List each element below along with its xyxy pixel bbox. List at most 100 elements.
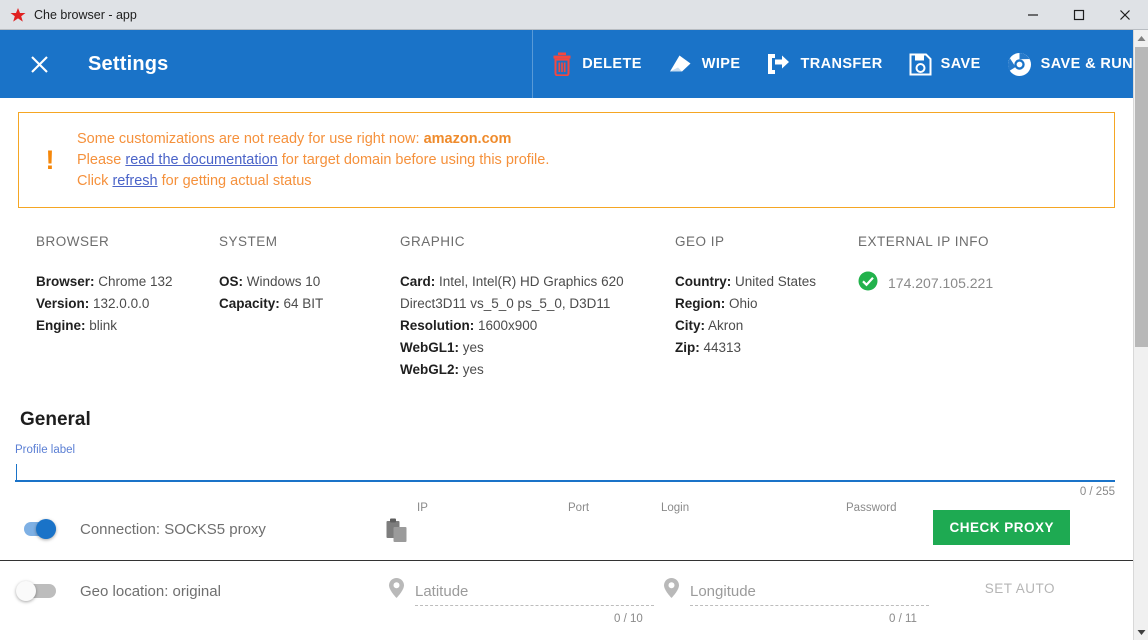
longitude-underline: Longitude [690,583,929,606]
proxy-login-label: Login [661,502,690,514]
warning-domain: amazon.com [423,130,512,147]
app-header: Settings DELETE WIPE TRANSFER SAVE SAVE … [0,30,1133,98]
latitude-field[interactable]: Latitude [388,577,654,606]
app-header-left: Settings [0,49,532,79]
browser-heading: BROWSER [36,234,110,249]
info-row: OS: Windows 10 [219,271,400,293]
geo-location-toggle[interactable] [16,581,56,601]
warning-text: Some customizations are not ready for us… [77,129,549,192]
info-key: Region: [675,296,726,311]
wipe-label: WIPE [701,56,741,72]
info-column-geoip: GEO IP Country: United States Region: Oh… [675,234,858,381]
proxy-ip-field[interactable]: IP [417,502,428,514]
info-key: City: [675,318,705,333]
proxy-ip-label: IP [417,502,428,514]
info-row: Capacity: 64 BIT [219,293,400,315]
info-value: Intel, Intel(R) HD Graphics 620 [435,274,624,289]
warning-line-2: Please read the documentation for target… [77,150,549,171]
save-label: SAVE [940,56,981,72]
info-row: Direct3D11 vs_5_0 ps_5_0, D3D11 [400,293,675,315]
transfer-button[interactable]: TRANSFER [766,52,882,76]
scroll-down-icon[interactable] [1134,624,1148,640]
info-value: 1600x900 [474,318,538,333]
info-value: Direct3D11 vs_5_0 ps_5_0, D3D11 [400,296,611,311]
info-row: Browser: Chrome 132 [36,271,219,293]
info-key: Resolution: [400,318,475,333]
close-icon[interactable] [1102,0,1148,30]
save-and-run-label: SAVE & RUN [1040,56,1133,72]
clipboard-paste-icon[interactable] [386,518,408,548]
info-row: Zip: 44313 [675,337,858,359]
map-pin-icon [388,577,405,604]
info-value: Chrome 132 [94,274,173,289]
transfer-label: TRANSFER [800,56,883,72]
settings-content: ! Some customizations are not ready for … [0,98,1133,640]
info-value: Windows 10 [243,274,321,289]
info-value: Ohio [725,296,758,311]
save-button[interactable]: SAVE [909,53,981,76]
info-row: City: Akron [675,315,858,337]
check-circle-icon [858,271,878,294]
proxy-login-field[interactable]: Login [661,502,689,514]
info-key: Browser: [36,274,95,289]
info-value: Akron [705,318,744,333]
profile-label-field: Profile label [15,444,1115,482]
page-title: Settings [88,52,169,75]
profile-label-counter: 0 / 255 [1079,486,1115,498]
maximize-icon[interactable] [1056,0,1102,30]
proxy-password-field[interactable]: Password [846,502,897,514]
save-and-run-button[interactable]: SAVE & RUN [1007,52,1133,77]
vertical-scrollbar[interactable] [1133,30,1148,640]
info-key: WebGL2: [400,362,460,377]
latitude-counter: 0 / 10 [614,613,643,625]
profile-label-input[interactable] [15,456,1115,482]
trash-icon [551,52,573,76]
settings-close-icon[interactable] [24,49,54,79]
geo-location-row: Geo location: original Latitude 0 / 10 L… [0,561,1133,625]
scroll-up-icon[interactable] [1134,30,1148,46]
delete-button[interactable]: DELETE [551,52,642,76]
warning-line-3-post: for getting actual status [157,172,312,189]
info-key: OS: [219,274,244,289]
warning-line-2-pre: Please [77,151,126,168]
longitude-field[interactable]: Longitude [663,577,929,606]
share-icon [766,52,791,76]
map-pin-icon [663,577,680,604]
documentation-link[interactable]: read the documentation [125,152,277,168]
info-column-system: SYSTEM OS: Windows 10 Capacity: 64 BIT [219,234,400,381]
check-proxy-button[interactable]: CHECK PROXY [933,510,1070,545]
system-heading: SYSTEM [219,234,278,249]
general-section-title: General [20,409,91,430]
info-key: Country: [675,274,732,289]
info-value: yes [459,340,484,355]
external-ip-value: 174.207.105.221 [888,274,994,291]
exclamation-icon: ! [45,144,55,175]
proxy-port-field[interactable]: Port [568,502,589,514]
info-key: Version: [36,296,90,311]
info-value: 132.0.0.0 [89,296,150,311]
refresh-link[interactable]: refresh [112,173,157,189]
info-key: Zip: [675,340,700,355]
info-value: United States [731,274,817,289]
graphic-heading: GRAPHIC [400,234,466,249]
info-row: WebGL1: yes [400,337,675,359]
window-controls [1010,0,1148,30]
geo-location-label: Geo location: original [80,582,221,600]
warning-line-1-text: Some customizations are not ready for us… [77,130,424,147]
info-key: WebGL1: [400,340,460,355]
window-title: Che browser - app [34,7,137,22]
text-caret [16,464,17,481]
warning-banner: ! Some customizations are not ready for … [18,112,1115,208]
minimize-icon[interactable] [1010,0,1056,30]
info-column-external-ip: EXTERNAL IP INFO 174.207.105.221 [858,234,1058,381]
info-value: yes [459,362,484,377]
scrollbar-thumb[interactable] [1135,47,1148,347]
proxy-fields: IP Port Login Password CHECK PROXY [0,498,1133,560]
toggle-knob [16,581,36,601]
external-ip-row: 174.207.105.221 [858,271,1058,294]
proxy-connection-row: Connection: SOCKS5 proxy IP Port Login P… [0,498,1133,560]
wipe-button[interactable]: WIPE [668,53,741,76]
set-auto-button[interactable]: SET AUTO [985,581,1055,596]
info-key: Card: [400,274,436,289]
proxy-port-label: Port [568,502,590,514]
